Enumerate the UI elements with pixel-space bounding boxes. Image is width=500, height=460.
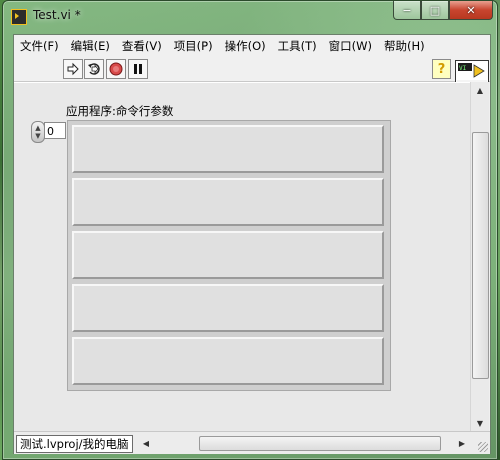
increment-arrow-icon[interactable]: ▲ bbox=[35, 124, 40, 132]
array-element[interactable] bbox=[72, 125, 384, 173]
menu-project[interactable]: 项目(P) bbox=[168, 36, 219, 56]
toolbar: ? VI 1 bbox=[14, 57, 490, 94]
abort-stop-icon bbox=[109, 62, 123, 76]
scroll-down-icon[interactable]: ▼ bbox=[472, 415, 488, 431]
menu-view[interactable]: 查看(V) bbox=[116, 36, 168, 56]
project-path-label[interactable]: 测试.lvproj/我的电脑 bbox=[16, 435, 133, 453]
array-element[interactable] bbox=[72, 337, 384, 385]
scroll-right-icon[interactable]: ▶ bbox=[455, 435, 469, 451]
menu-tools[interactable]: 工具(T) bbox=[272, 36, 323, 56]
array-element[interactable] bbox=[72, 231, 384, 279]
pause-button[interactable] bbox=[128, 59, 148, 79]
context-help-button[interactable]: ? bbox=[432, 59, 451, 79]
vertical-scroll-thumb[interactable] bbox=[472, 132, 489, 379]
labview-vi-icon bbox=[11, 9, 27, 25]
index-spinner[interactable]: ▲ ▼ bbox=[31, 121, 45, 143]
front-panel-window: 文件(F) 编辑(E) 查看(V) 项目(P) 操作(O) 工具(T) 窗口(W… bbox=[13, 34, 491, 454]
window-controls: − □ ✕ bbox=[393, 1, 493, 21]
scroll-up-icon[interactable]: ▲ bbox=[472, 82, 488, 98]
index-value-field[interactable]: 0 bbox=[44, 122, 66, 139]
horizontal-scroll-thumb[interactable] bbox=[199, 436, 441, 451]
string-array-indicator bbox=[67, 120, 391, 391]
run-continuously-button[interactable] bbox=[84, 59, 104, 79]
status-bar: 测试.lvproj/我的电脑 ◀ ▶ bbox=[14, 431, 490, 454]
vertical-scrollbar[interactable]: ▲ ▼ bbox=[470, 82, 489, 431]
menu-help[interactable]: 帮助(H) bbox=[378, 36, 431, 56]
window-title: Test.vi * bbox=[33, 8, 81, 22]
resize-grip[interactable] bbox=[478, 442, 488, 452]
horizontal-scrollbar[interactable]: ◀ ▶ bbox=[139, 435, 469, 451]
abort-button[interactable] bbox=[106, 59, 126, 79]
svg-text:VI: VI bbox=[459, 65, 467, 72]
pause-icon bbox=[134, 64, 142, 74]
decrement-arrow-icon[interactable]: ▼ bbox=[35, 132, 40, 140]
scroll-left-icon[interactable]: ◀ bbox=[139, 435, 153, 451]
array-index-control: ▲ ▼ 0 bbox=[31, 121, 67, 143]
array-element[interactable] bbox=[72, 284, 384, 332]
menu-operate[interactable]: 操作(O) bbox=[219, 36, 272, 56]
close-button[interactable]: ✕ bbox=[449, 1, 493, 20]
title-bar[interactable]: Test.vi * − □ ✕ bbox=[3, 1, 497, 31]
array-label: 应用程序:命令行参数 bbox=[66, 104, 174, 118]
minimize-button[interactable]: − bbox=[393, 1, 421, 20]
vi-window: Test.vi * − □ ✕ 文件(F) 编辑(E) 查看(V) 项目(P) … bbox=[2, 0, 498, 460]
run-continuously-icon bbox=[88, 63, 100, 75]
maximize-button[interactable]: □ bbox=[421, 1, 449, 20]
menu-file[interactable]: 文件(F) bbox=[14, 36, 65, 56]
run-arrow-icon bbox=[67, 62, 79, 76]
menu-bar: 文件(F) 编辑(E) 查看(V) 项目(P) 操作(O) 工具(T) 窗口(W… bbox=[14, 35, 490, 57]
menu-window[interactable]: 窗口(W) bbox=[323, 36, 378, 56]
menu-edit[interactable]: 编辑(E) bbox=[65, 36, 116, 56]
array-element[interactable] bbox=[72, 178, 384, 226]
panel-divider bbox=[14, 82, 470, 83]
run-button[interactable] bbox=[63, 59, 83, 79]
front-panel: 应用程序:命令行参数 ▲ ▼ 0 bbox=[14, 82, 470, 431]
